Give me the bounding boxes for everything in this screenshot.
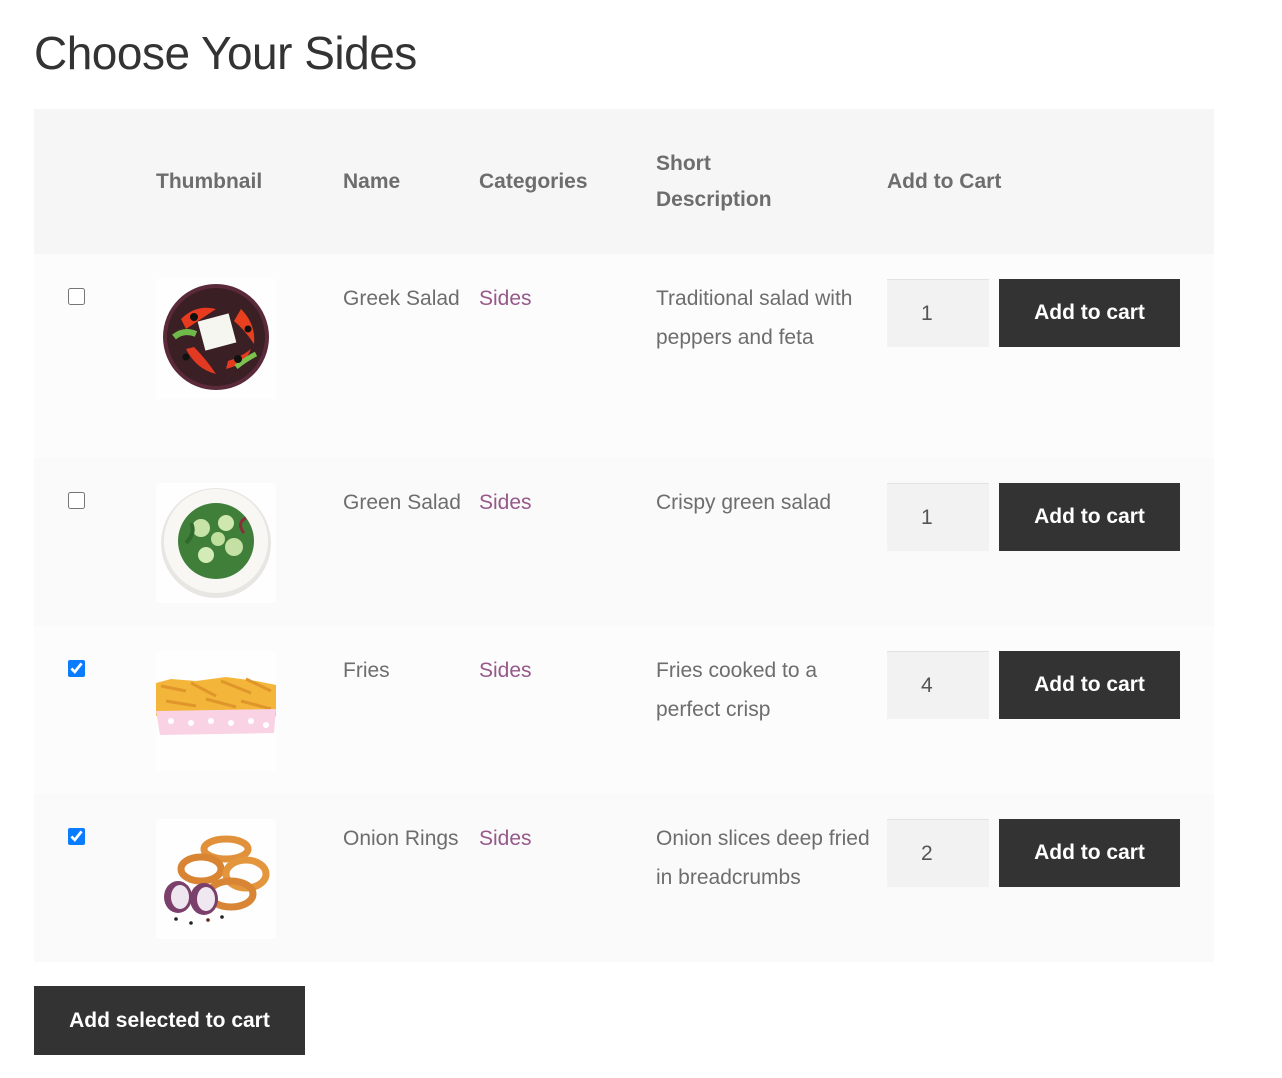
fries-thumbnail[interactable] [156, 651, 276, 771]
table-row: Fries Sides Fries cooked to a perfect cr… [34, 626, 1214, 794]
header-short-description-line1: Short [656, 151, 711, 175]
category-link[interactable]: Sides [479, 827, 532, 850]
header-name: Name [343, 169, 401, 193]
add-to-cart-button[interactable]: Add to cart [999, 651, 1180, 719]
products-table: Thumbnail Name Categories Short Descripti… [34, 109, 1214, 962]
select-checkbox[interactable] [68, 828, 85, 845]
product-description: Crispy green salad [656, 491, 832, 514]
add-selected-to-cart-button[interactable]: Add selected to cart [34, 986, 305, 1055]
table-row: Onion Rings Sides Onion slices deep frie… [34, 794, 1214, 962]
product-name[interactable]: Fries [343, 626, 479, 690]
add-to-cart-button[interactable]: Add to cart [999, 483, 1180, 551]
header-thumbnail: Thumbnail [156, 169, 263, 193]
table-header: Thumbnail Name Categories Short Descripti… [34, 109, 1214, 254]
header-categories: Categories [479, 169, 588, 193]
header-short-description: Short Description [656, 109, 887, 254]
quantity-input[interactable] [887, 819, 989, 887]
product-name[interactable]: Green Salad [343, 458, 479, 522]
header-add-to-cart: Add to Cart [887, 169, 1002, 193]
product-name[interactable]: Onion Rings [343, 794, 479, 858]
green-salad-thumbnail[interactable] [156, 483, 276, 603]
product-description: Onion slices deep fried in breadcrumbs [656, 827, 870, 889]
quantity-input[interactable] [887, 279, 989, 347]
header-row: Thumbnail Name Categories Short Descripti… [34, 109, 1214, 254]
select-checkbox[interactable] [68, 492, 85, 509]
table-row: Green Salad Sides Crispy green salad Add… [34, 458, 1214, 626]
select-checkbox[interactable] [68, 660, 85, 677]
table-row: Greek Salad Sides Traditional salad with… [34, 254, 1214, 458]
header-short-description-line2: Description [656, 187, 772, 211]
onion-rings-thumbnail[interactable] [156, 819, 276, 939]
quantity-input[interactable] [887, 651, 989, 719]
product-name[interactable]: Greek Salad [343, 254, 479, 318]
product-description: Traditional salad with peppers and feta [656, 287, 853, 349]
add-to-cart-button[interactable]: Add to cart [999, 279, 1180, 347]
page-title: Choose Your Sides [34, 27, 417, 79]
product-description: Fries cooked to a perfect crisp [656, 659, 818, 721]
products-table-wrapper: Thumbnail Name Categories Short Descripti… [34, 109, 1214, 962]
header-select [34, 109, 156, 254]
category-link[interactable]: Sides [479, 287, 532, 310]
greek-salad-thumbnail[interactable] [156, 279, 276, 399]
add-to-cart-button[interactable]: Add to cart [999, 819, 1180, 887]
category-link[interactable]: Sides [479, 659, 532, 682]
category-link[interactable]: Sides [479, 491, 532, 514]
select-checkbox[interactable] [68, 288, 85, 305]
quantity-input[interactable] [887, 483, 989, 551]
